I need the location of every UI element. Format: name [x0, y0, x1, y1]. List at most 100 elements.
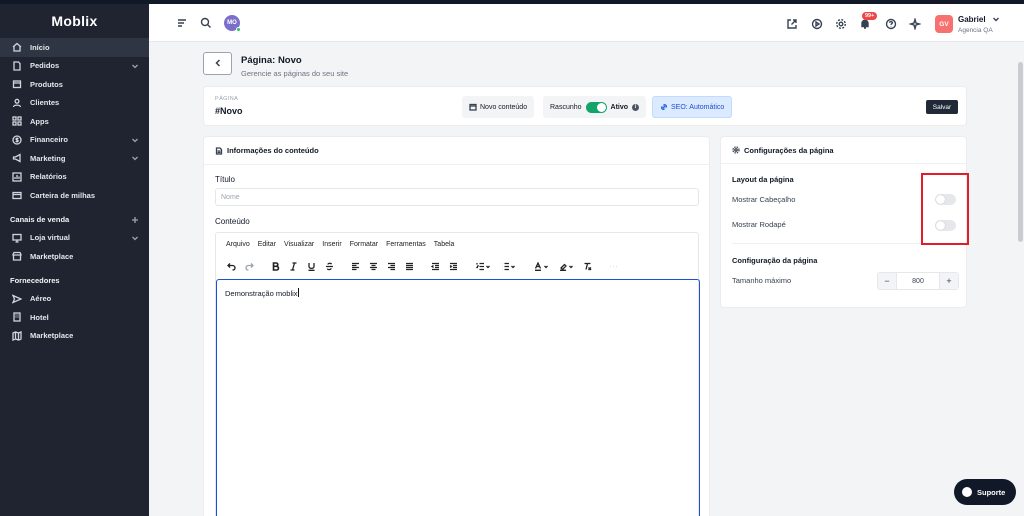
undo-icon[interactable] — [225, 260, 238, 273]
align-center-icon[interactable] — [367, 260, 380, 273]
settings-card-title: Configurações da página — [744, 145, 834, 155]
sidebar-item-label: Início — [30, 42, 50, 52]
menu-formatar[interactable]: Formatar — [350, 241, 378, 248]
text-color-icon[interactable] — [531, 260, 551, 273]
menu-ferramentas[interactable]: Ferramentas — [386, 241, 426, 248]
sidebar-item-aereo[interactable]: Aéreo — [0, 290, 149, 309]
megaphone-icon — [12, 153, 22, 163]
align-right-icon[interactable] — [385, 260, 398, 273]
highlight-color-icon[interactable] — [556, 260, 576, 273]
page-title: Página: Novo — [241, 55, 302, 66]
max-size-value[interactable]: 800 — [896, 273, 940, 289]
sidebar-item-clientes[interactable]: Clientes — [0, 94, 149, 113]
search-icon[interactable] — [200, 17, 212, 29]
chat-bubble-icon — [962, 487, 972, 497]
notifications-badge: 99+ — [862, 12, 878, 20]
info-icon[interactable]: i — [632, 103, 640, 111]
max-size-label: Tamanho máximo — [732, 276, 792, 285]
seo-label: SEO: Automático — [671, 103, 725, 111]
chevron-down-icon — [131, 62, 139, 70]
plane-icon — [12, 294, 22, 304]
menu-inserir[interactable]: Inserir — [322, 241, 341, 248]
external-link-icon[interactable] — [786, 18, 798, 30]
align-justify-icon[interactable] — [403, 260, 416, 273]
calendar-icon — [469, 103, 480, 111]
sidebar-item-carteira-de-milhas[interactable]: Carteira de milhas — [0, 186, 149, 205]
chart-icon — [12, 172, 22, 182]
new-content-chip[interactable]: Novo conteúdo — [462, 96, 535, 118]
gear-icon[interactable] — [835, 18, 847, 30]
sidebar-item-loja-virtual[interactable]: Loja virtual — [0, 229, 149, 248]
menu-icon[interactable] — [176, 17, 188, 29]
sidebar-item-relatorios[interactable]: Relatórios — [0, 168, 149, 187]
numbered-list-icon[interactable] — [473, 260, 493, 273]
content-card-title: Informações do conteúdo — [227, 146, 319, 155]
chevron-left-icon — [214, 58, 222, 69]
sparkle-icon[interactable] — [907, 16, 923, 32]
align-left-icon[interactable] — [349, 260, 362, 273]
draft-active-switch[interactable]: Rascunho Ativo i — [543, 96, 647, 118]
strikethrough-icon[interactable] — [323, 260, 336, 273]
back-button[interactable] — [203, 52, 232, 75]
decrement-button[interactable]: − — [878, 273, 896, 289]
sidebar-item-label: Pedidos — [30, 61, 60, 71]
sidebar-item-produtos[interactable]: Produtos — [0, 75, 149, 94]
bullet-list-icon[interactable] — [498, 260, 518, 273]
outdent-icon[interactable] — [429, 260, 442, 273]
editor-content-area[interactable]: Demonstração moblix — [216, 279, 700, 516]
document-icon — [12, 61, 22, 71]
sidebar-item-hotel[interactable]: Hotel — [0, 308, 149, 327]
sidebar-item-marketing[interactable]: Marketing — [0, 149, 149, 168]
sidebar-item-apps[interactable]: Apps — [0, 112, 149, 131]
chevron-down-icon[interactable] — [992, 15, 1000, 23]
user-name[interactable]: Gabriel — [958, 15, 986, 24]
page-id: #Novo — [215, 106, 243, 116]
user-avatar[interactable]: GV — [935, 15, 953, 33]
page-subtitle: Gerencie as páginas do seu site — [241, 69, 349, 78]
play-circle-icon[interactable] — [811, 18, 823, 30]
help-icon[interactable] — [885, 18, 897, 30]
menu-editar[interactable]: Editar — [258, 241, 276, 248]
title-input[interactable] — [215, 188, 699, 206]
redo-icon[interactable] — [243, 260, 256, 273]
clear-formatting-icon[interactable] — [581, 260, 594, 273]
more-options-icon[interactable] — [607, 260, 620, 273]
menu-arquivo[interactable]: Arquivo — [226, 241, 250, 248]
sidebar-item-label: Apps — [30, 116, 49, 126]
sidebar-section-title: Fornecedores — [10, 276, 60, 285]
grid-icon — [12, 116, 22, 126]
menu-visualizar[interactable]: Visualizar — [284, 241, 314, 248]
seo-chip[interactable]: SEO: Automático — [652, 96, 733, 118]
active-label: Ativo — [610, 103, 629, 111]
underline-icon[interactable] — [305, 260, 318, 273]
settings-card-header: Configurações da página — [721, 137, 966, 164]
sidebar-item-marketplace-fornecedores[interactable]: Marketplace — [0, 327, 149, 346]
link-icon — [660, 103, 671, 111]
plus-icon[interactable] — [131, 216, 139, 226]
scrollbar-thumb[interactable] — [1018, 62, 1023, 242]
sidebar-item-label: Aéreo — [30, 294, 52, 304]
gear-icon — [732, 146, 744, 154]
italic-icon[interactable] — [287, 260, 300, 273]
save-button[interactable]: Salvar — [926, 100, 958, 114]
config-section-title: Configuração da página — [732, 256, 818, 265]
active-toggle[interactable] — [585, 101, 607, 113]
text-caret — [297, 288, 299, 297]
increment-button[interactable]: + — [940, 273, 958, 289]
bold-icon[interactable] — [269, 260, 282, 273]
sidebar-item-financeiro[interactable]: Financeiro — [0, 131, 149, 150]
support-button[interactable]: Suporte — [954, 479, 1016, 505]
app-logo[interactable]: Moblix — [0, 4, 149, 38]
sidebar-item-pedidos[interactable]: Pedidos — [0, 57, 149, 76]
chevron-down-icon — [131, 136, 139, 144]
sidebar-item-inicio[interactable]: Início — [0, 38, 149, 57]
workspace-avatar[interactable]: MO — [224, 15, 241, 32]
wallet-icon — [12, 190, 22, 200]
indent-icon[interactable] — [447, 260, 460, 273]
user-organization: Agencia QA — [958, 27, 993, 34]
new-content-label: Novo conteúdo — [480, 103, 528, 111]
menu-tabela[interactable]: Tabela — [434, 241, 455, 248]
page-scrollbar[interactable] — [1017, 42, 1024, 516]
show-footer-label: Mostrar Rodapé — [732, 220, 786, 229]
sidebar-item-marketplace[interactable]: Marketplace — [0, 247, 149, 266]
